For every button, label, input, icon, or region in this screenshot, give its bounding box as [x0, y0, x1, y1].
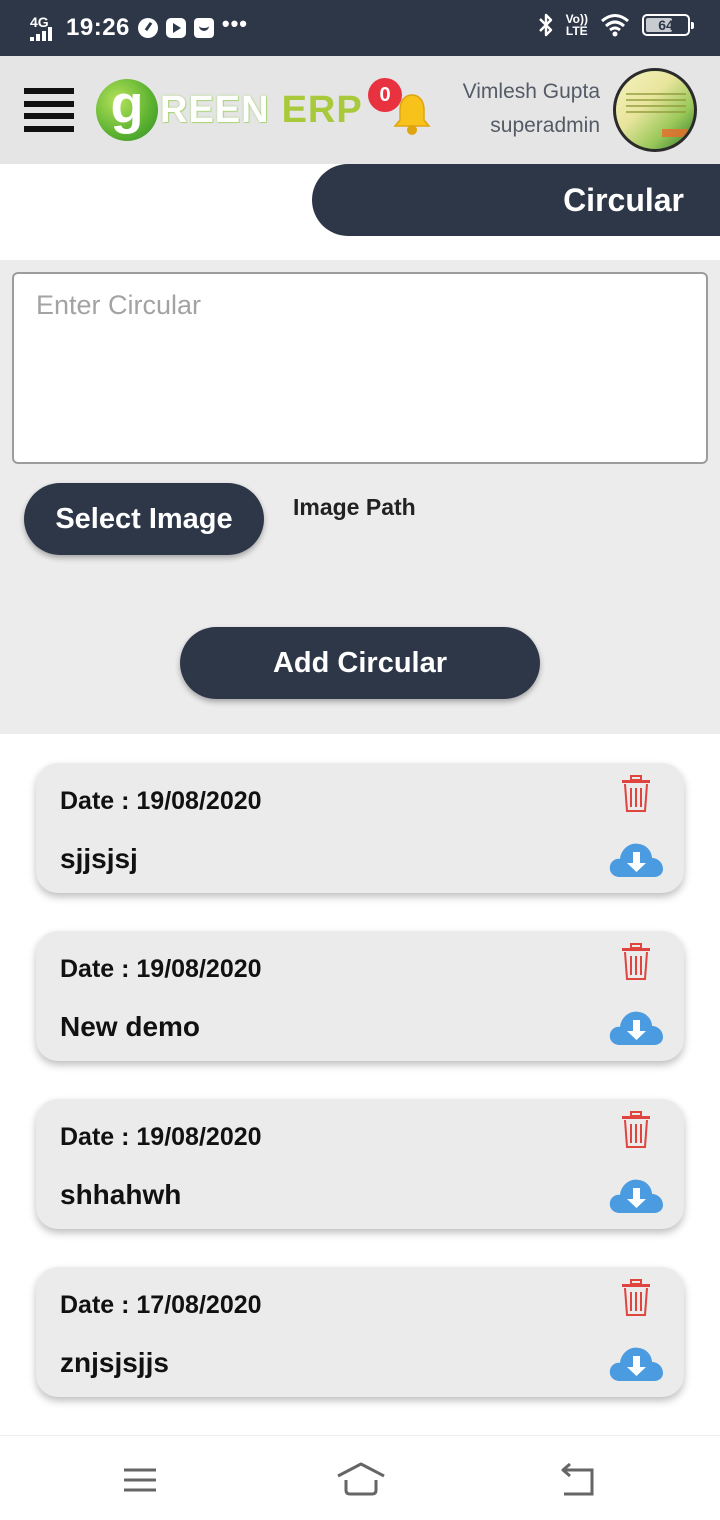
green-erp-logo: g REEN ERP [96, 78, 363, 142]
circular-title: znjsjsjjs [60, 1347, 169, 1378]
status-bar: 4G 19:26 ••• Vo)) LTE 64 [0, 0, 720, 56]
shopping-bag-icon [193, 18, 214, 38]
circular-title: shhahwh [60, 1179, 182, 1210]
circular-input[interactable] [12, 272, 708, 464]
notification-badge: 0 [368, 78, 402, 112]
user-role: superadmin [490, 114, 600, 137]
signal-icon: 4G [28, 15, 58, 41]
circular-card: Date : 17/08/2020 znjsjsjjs [36, 1267, 684, 1397]
page-title: Circular [563, 182, 684, 218]
battery-level: 64 [658, 17, 674, 33]
page-title-banner: Circular [312, 164, 720, 236]
cloud-download-icon[interactable] [608, 1343, 664, 1383]
cloud-download-icon[interactable] [608, 1007, 664, 1047]
circular-card: Date : 19/08/2020 shhahwh [36, 1099, 684, 1229]
youtube-icon [165, 18, 186, 38]
battery-icon: 64 [642, 14, 694, 36]
trash-icon[interactable] [620, 775, 652, 813]
system-nav-bar [0, 1435, 720, 1520]
circular-date: Date : 19/08/2020 [60, 955, 262, 983]
select-image-button[interactable]: Select Image [24, 483, 264, 555]
circular-date: Date : 19/08/2020 [60, 1123, 262, 1151]
circular-date: Date : 17/08/2020 [60, 1291, 262, 1319]
home-icon[interactable] [336, 1458, 386, 1502]
circular-card: Date : 19/08/2020 sjjsjsj [36, 763, 684, 893]
logo-reen: REEN [160, 88, 270, 131]
trash-icon[interactable] [620, 1111, 652, 1149]
trash-icon[interactable] [620, 1279, 652, 1317]
circular-date: Date : 19/08/2020 [60, 787, 262, 815]
app-header: g REEN ERP 0 Vimlesh Gupta superadmin [0, 56, 720, 164]
wifi-icon [601, 14, 629, 37]
status-time: 19:26 [66, 14, 130, 41]
hamburger-menu-icon[interactable] [24, 88, 74, 132]
recent-apps-icon[interactable] [118, 1458, 162, 1502]
circular-form: Select Image Image Path Add Circular [0, 260, 720, 734]
circular-title: New demo [60, 1011, 201, 1042]
circular-title: sjjsjsj [60, 843, 138, 874]
bluetooth-icon [538, 13, 552, 37]
logo-erp: ERP [281, 88, 363, 131]
add-circular-button[interactable]: Add Circular [180, 627, 540, 699]
circular-card: Date : 19/08/2020 New demo [36, 931, 684, 1061]
image-path-label: Image Path [293, 494, 416, 520]
app-screen: 4G 19:26 ••• Vo)) LTE 64 g REEN ERP 0 Vi… [0, 0, 720, 1520]
trash-icon[interactable] [620, 943, 652, 981]
more-notifications-icon: ••• [221, 11, 248, 36]
back-icon[interactable] [556, 1458, 600, 1502]
speedometer-icon [137, 18, 158, 38]
logo-g: g [96, 78, 158, 141]
notifications-button[interactable]: 0 [368, 78, 434, 138]
volte-indicator: Vo)) LTE [566, 13, 588, 37]
cloud-download-icon[interactable] [608, 1175, 664, 1215]
user-name: Vimlesh Gupta [462, 80, 600, 103]
cloud-download-icon[interactable] [608, 839, 664, 879]
avatar[interactable] [613, 68, 697, 152]
volte-bottom: LTE [565, 24, 588, 38]
